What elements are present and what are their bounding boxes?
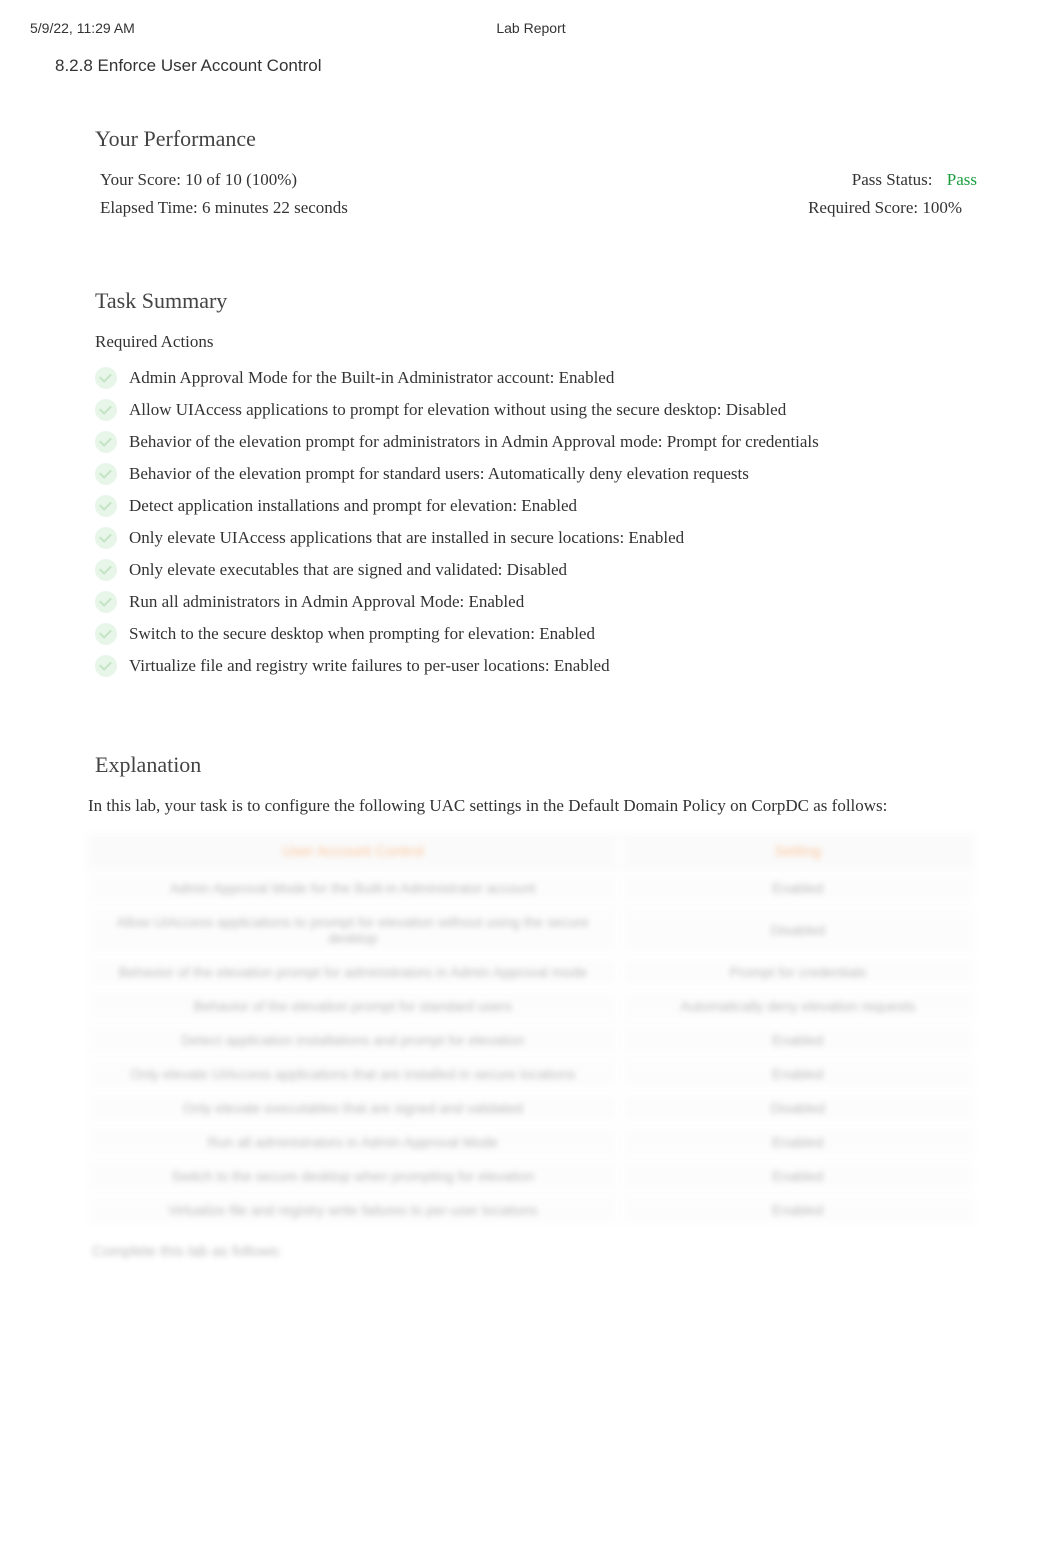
action-text: Detect application installations and pro… (129, 496, 577, 516)
section-title: 8.2.8 Enforce User Account Control (55, 56, 1032, 76)
score-value: Your Score: 10 of 10 (100%) (100, 170, 297, 190)
check-icon (95, 559, 117, 581)
uac-cell: Only elevate UIAccess applications that … (87, 1058, 619, 1090)
action-text: Only elevate UIAccess applications that … (129, 528, 684, 548)
setting-cell: Prompt for credentials (621, 956, 975, 988)
setting-cell: Enabled (621, 1126, 975, 1158)
action-text: Behavior of the elevation prompt for sta… (129, 464, 749, 484)
check-icon (95, 655, 117, 677)
check-icon (95, 591, 117, 613)
page-header: 5/9/22, 11:29 AM Lab Report (30, 20, 1032, 36)
uac-cell: Behavior of the elevation prompt for adm… (87, 956, 619, 988)
table-row: Only elevate executables that are signed… (87, 1092, 975, 1124)
action-text: Behavior of the elevation prompt for adm… (129, 432, 819, 452)
timestamp: 5/9/22, 11:29 AM (30, 20, 364, 36)
action-item: Detect application installations and pro… (95, 490, 992, 522)
table-row: Run all administrators in Admin Approval… (87, 1126, 975, 1158)
setting-cell: Enabled (621, 1024, 975, 1056)
check-icon (95, 399, 117, 421)
uac-cell: Run all administrators in Admin Approval… (87, 1126, 619, 1158)
required-actions-label: Required Actions (95, 332, 992, 352)
performance-panel: Your Performance Your Score: 10 of 10 (1… (55, 101, 1007, 248)
table-header-row: User Account Control Setting (87, 833, 975, 870)
explanation-panel: Explanation In this lab, your task is to… (55, 727, 1007, 1270)
check-icon (95, 463, 117, 485)
setting-cell: Disabled (621, 1092, 975, 1124)
action-item: Behavior of the elevation prompt for adm… (95, 426, 992, 458)
action-text: Switch to the secure desktop when prompt… (129, 624, 595, 644)
action-text: Virtualize file and registry write failu… (129, 656, 610, 676)
table-row: Behavior of the elevation prompt for sta… (87, 990, 975, 1022)
time-row: Elapsed Time: 6 minutes 22 seconds Requi… (70, 198, 992, 218)
check-icon (95, 495, 117, 517)
explanation-footer: Complete this lab as follows: (92, 1243, 992, 1260)
check-icon (95, 527, 117, 549)
uac-cell: Virtualize file and registry write failu… (87, 1194, 619, 1226)
action-item: Allow UIAccess applications to prompt fo… (95, 394, 992, 426)
uac-cell: Switch to the secure desktop when prompt… (87, 1160, 619, 1192)
explanation-intro: In this lab, your task is to configure t… (88, 796, 992, 816)
explanation-heading: Explanation (95, 752, 992, 778)
table-header-uac: User Account Control (87, 833, 619, 870)
action-list: Admin Approval Mode for the Built-in Adm… (70, 362, 992, 682)
action-text: Only elevate executables that are signed… (129, 560, 567, 580)
table-header-setting: Setting (621, 833, 975, 870)
setting-cell: Enabled (621, 1160, 975, 1192)
setting-cell: Disabled (621, 906, 975, 954)
action-item: Run all administrators in Admin Approval… (95, 586, 992, 618)
action-item: Virtualize file and registry write failu… (95, 650, 992, 682)
uac-cell: Detect application installations and pro… (87, 1024, 619, 1056)
table-row: Admin Approval Mode for the Built-in Adm… (87, 872, 975, 904)
action-text: Run all administrators in Admin Approval… (129, 592, 524, 612)
action-item: Behavior of the elevation prompt for sta… (95, 458, 992, 490)
setting-cell: Enabled (621, 1058, 975, 1090)
pass-status: Pass Status: Pass (852, 170, 977, 190)
setting-cell: Enabled (621, 1194, 975, 1226)
action-item: Only elevate executables that are signed… (95, 554, 992, 586)
uac-cell: Behavior of the elevation prompt for sta… (87, 990, 619, 1022)
setting-cell: Enabled (621, 872, 975, 904)
report-title: Lab Report (364, 20, 698, 36)
table-row: Detect application installations and pro… (87, 1024, 975, 1056)
pass-status-label: Pass Status: (852, 170, 933, 189)
table-row: Only elevate UIAccess applications that … (87, 1058, 975, 1090)
table-row: Allow UIAccess applications to prompt fo… (87, 906, 975, 954)
uac-cell: Only elevate executables that are signed… (87, 1092, 619, 1124)
elapsed-time: Elapsed Time: 6 minutes 22 seconds (100, 198, 348, 218)
task-summary-heading: Task Summary (95, 288, 992, 314)
pass-status-value: Pass (947, 170, 977, 189)
required-score: Required Score: 100% (808, 198, 962, 218)
check-icon (95, 431, 117, 453)
action-item: Admin Approval Mode for the Built-in Adm… (95, 362, 992, 394)
table-row: Virtualize file and registry write failu… (87, 1194, 975, 1226)
action-item: Switch to the secure desktop when prompt… (95, 618, 992, 650)
check-icon (95, 367, 117, 389)
performance-heading: Your Performance (95, 126, 992, 152)
table-row: Behavior of the elevation prompt for adm… (87, 956, 975, 988)
action-item: Only elevate UIAccess applications that … (95, 522, 992, 554)
table-row: Switch to the secure desktop when prompt… (87, 1160, 975, 1192)
uac-settings-table: User Account Control Setting Admin Appro… (85, 831, 977, 1228)
score-row: Your Score: 10 of 10 (100%) Pass Status:… (70, 170, 992, 190)
setting-cell: Automatically deny elevation requests (621, 990, 975, 1022)
check-icon (95, 623, 117, 645)
task-summary-panel: Task Summary Required Actions Admin Appr… (55, 263, 1007, 712)
uac-cell: Admin Approval Mode for the Built-in Adm… (87, 872, 619, 904)
uac-cell: Allow UIAccess applications to prompt fo… (87, 906, 619, 954)
action-text: Admin Approval Mode for the Built-in Adm… (129, 368, 614, 388)
action-text: Allow UIAccess applications to prompt fo… (129, 400, 786, 420)
